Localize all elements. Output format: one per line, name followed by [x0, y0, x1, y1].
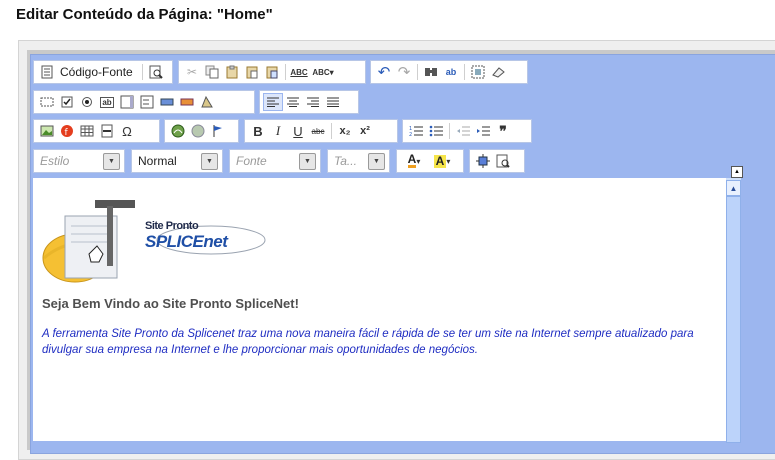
chevron-down-icon[interactable]: ▼ — [201, 152, 218, 170]
chevron-down-icon[interactable]: ▼ — [368, 152, 385, 170]
toolbar-separator — [449, 123, 450, 139]
textarea-icon[interactable] — [117, 93, 137, 111]
bg-color-button[interactable]: A ▾ — [428, 152, 456, 170]
content-heading: Seja Bem Vindo ao Site Pronto SpliceNet! — [42, 296, 299, 311]
collapse-toolbar-button[interactable]: ▲ — [731, 166, 743, 178]
forms-group: ab — [33, 90, 255, 114]
toolbar-separator — [464, 64, 465, 80]
clipboard-group: ✂ ABC ABC ▾ — [178, 60, 366, 84]
content-paragraph: A ferramenta Site Pronto da Splicenet tr… — [42, 328, 694, 356]
unlink-icon[interactable] — [188, 122, 208, 140]
select-field-icon[interactable] — [137, 93, 157, 111]
flash-icon[interactable]: f — [57, 122, 77, 140]
special-char-icon[interactable]: Ω — [117, 122, 137, 140]
basicstyles-group: B I U abc x₂ x² — [244, 119, 398, 143]
size-select[interactable]: Ta... ▼ — [327, 149, 390, 173]
anchor-icon[interactable] — [208, 122, 228, 140]
link-group — [164, 119, 239, 143]
table-icon[interactable] — [77, 122, 97, 140]
style-placeholder: Estilo — [40, 154, 70, 168]
toolbar-separator — [331, 123, 332, 139]
italic-button[interactable]: I — [268, 122, 288, 140]
subscript-button[interactable]: x₂ — [335, 122, 355, 140]
paragraph-group: 12 ❞ — [402, 119, 532, 143]
source-group: Código-Fonte — [33, 60, 173, 84]
copy-icon[interactable] — [202, 63, 222, 81]
chevron-down-icon[interactable]: ▼ — [299, 152, 316, 170]
form-icon[interactable] — [37, 93, 57, 111]
logo-text-top: Site Pronto — [145, 220, 199, 232]
logo-text-bottom: SPLICEnet — [145, 232, 228, 251]
edit-group: ↶ ↷ ab — [370, 60, 528, 84]
spellcheck-icon[interactable]: ABC — [289, 63, 309, 81]
tools-group — [469, 149, 525, 173]
colors-group: A ▾ A ▾ — [396, 149, 464, 173]
svg-text:2: 2 — [409, 132, 412, 137]
checkbox-icon[interactable] — [57, 93, 77, 111]
chevron-down-icon[interactable]: ▼ — [103, 152, 120, 170]
find-icon[interactable] — [421, 63, 441, 81]
horizontal-rule-icon[interactable] — [97, 122, 117, 140]
remove-format-icon[interactable] — [488, 63, 508, 81]
cut-icon[interactable]: ✂ — [182, 63, 202, 81]
format-select[interactable]: Normal ▼ — [131, 149, 223, 173]
superscript-button[interactable]: x² — [355, 122, 375, 140]
link-icon[interactable] — [168, 122, 188, 140]
align-right-icon[interactable] — [303, 93, 323, 111]
content-scrollbar[interactable]: ▲ — [726, 178, 741, 443]
site-logo: Site Pronto SPLICEnet — [41, 196, 271, 293]
source-icon[interactable] — [37, 63, 57, 81]
strike-button[interactable]: abc — [308, 122, 328, 140]
outdent-icon[interactable] — [453, 122, 473, 140]
select-all-icon[interactable] — [468, 63, 488, 81]
bulleted-list-icon[interactable] — [426, 122, 446, 140]
format-value: Normal — [138, 154, 177, 168]
font-placeholder: Fonte — [236, 154, 267, 168]
button-field-icon[interactable] — [157, 93, 177, 111]
size-placeholder: Ta... — [334, 154, 357, 168]
maximize-icon[interactable] — [473, 152, 493, 170]
replace-icon[interactable]: ab — [441, 63, 461, 81]
indent-icon[interactable] — [473, 122, 493, 140]
toolbar-separator — [285, 64, 286, 80]
hidden-field-icon[interactable] — [197, 93, 217, 111]
align-left-icon[interactable] — [263, 93, 283, 111]
textfield-icon[interactable]: ab — [97, 93, 117, 111]
toolbar-separator — [141, 64, 143, 80]
toolbar-separator — [417, 64, 418, 80]
insert-group: f Ω — [33, 119, 160, 143]
align-center-icon[interactable] — [283, 93, 303, 111]
bold-button[interactable]: B — [248, 122, 268, 140]
paste-text-icon[interactable] — [242, 63, 262, 81]
underline-button[interactable]: U — [288, 122, 308, 140]
source-button[interactable]: Código-Fonte — [60, 65, 133, 79]
show-blocks-icon[interactable] — [493, 152, 513, 170]
page-title: Editar Conteúdo da Página: "Home" — [16, 6, 273, 23]
numbered-list-icon[interactable]: 12 — [406, 122, 426, 140]
paste-word-icon[interactable] — [262, 63, 282, 81]
undo-icon[interactable]: ↶ — [374, 63, 394, 81]
image-button-icon[interactable] — [177, 93, 197, 111]
redo-icon[interactable]: ↷ — [394, 63, 414, 81]
font-select[interactable]: Fonte ▼ — [229, 149, 321, 173]
editor-content-area[interactable]: Site Pronto SPLICEnet Seja Bem Vindo ao … — [33, 178, 726, 441]
blockquote-icon[interactable]: ❞ — [493, 122, 513, 140]
align-justify-icon[interactable] — [323, 93, 343, 111]
scrollbar-thumb[interactable] — [726, 196, 741, 443]
paste-icon[interactable] — [222, 63, 242, 81]
alignment-group — [259, 90, 359, 114]
preview-icon[interactable] — [146, 63, 166, 81]
spellcheck-dropdown-icon[interactable]: ABC ▾ — [309, 63, 337, 81]
image-icon[interactable] — [37, 122, 57, 140]
style-select[interactable]: Estilo ▼ — [33, 149, 125, 173]
radio-icon[interactable] — [77, 93, 97, 111]
scroll-up-icon[interactable]: ▲ — [726, 180, 741, 196]
text-color-button[interactable]: A ▾ — [400, 152, 428, 170]
